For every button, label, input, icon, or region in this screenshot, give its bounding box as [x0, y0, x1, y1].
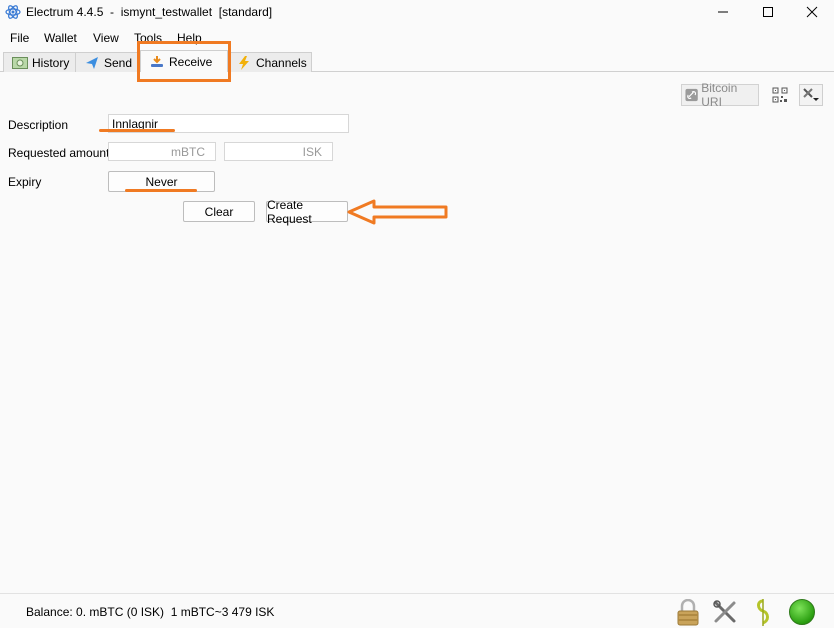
annotation-highlight-box [137, 41, 231, 82]
tab-history[interactable]: History [3, 52, 76, 72]
balance-status: Balance: 0. mBTC (0 ISK) 1 mBTC~3 479 IS… [26, 605, 275, 619]
status-bar-divider [0, 593, 834, 594]
tab-send-label: Send [104, 55, 133, 70]
tab-send[interactable]: Send [75, 52, 141, 72]
qr-code-icon [772, 87, 788, 103]
maximize-icon [763, 7, 773, 17]
amount-btc-input[interactable]: mBTC [108, 142, 216, 161]
tab-channels[interactable]: Channels [227, 52, 312, 72]
seed-icon[interactable] [755, 599, 771, 626]
annotation-underline-description [99, 129, 175, 132]
annotation-underline-expiry [125, 189, 197, 192]
electrum-logo-icon [5, 5, 21, 19]
password-lock-icon[interactable] [676, 599, 700, 626]
clear-button[interactable]: Clear [183, 201, 255, 222]
menu-file[interactable]: File [5, 28, 29, 48]
tab-history-label: History [32, 55, 70, 70]
minimize-icon [718, 11, 728, 13]
maximize-button[interactable] [748, 0, 788, 24]
create-request-button[interactable]: Create Request [266, 198, 348, 226]
link-icon [685, 88, 698, 102]
annotation-arrow-icon [347, 199, 448, 225]
menu-view[interactable]: View [88, 28, 119, 48]
requested-amount-label: Requested amount [8, 146, 110, 160]
tools-menu-icon [803, 88, 819, 101]
tools-menu-button[interactable] [799, 84, 823, 106]
expiry-label: Expiry [8, 175, 42, 189]
network-status-icon[interactable] [789, 599, 815, 625]
tab-channels-label: Channels [256, 55, 307, 70]
preferences-tools-icon[interactable] [713, 600, 737, 624]
window-title: Electrum 4.4.5 - ismynt_testwallet [stan… [26, 5, 273, 19]
description-label: Description [8, 118, 69, 132]
send-icon [86, 56, 98, 69]
close-button[interactable] [792, 0, 832, 24]
qr-code-button[interactable] [768, 84, 792, 106]
close-icon [806, 6, 818, 18]
lightning-icon [239, 55, 249, 70]
history-icon [12, 56, 28, 69]
minimize-button[interactable] [703, 0, 743, 24]
amount-fiat-input[interactable]: ISK [224, 142, 333, 161]
bitcoin-uri-button[interactable]: Bitcoin URI [681, 81, 759, 109]
bitcoin-uri-label: Bitcoin URI [701, 81, 738, 109]
menu-wallet[interactable]: Wallet [39, 28, 77, 48]
